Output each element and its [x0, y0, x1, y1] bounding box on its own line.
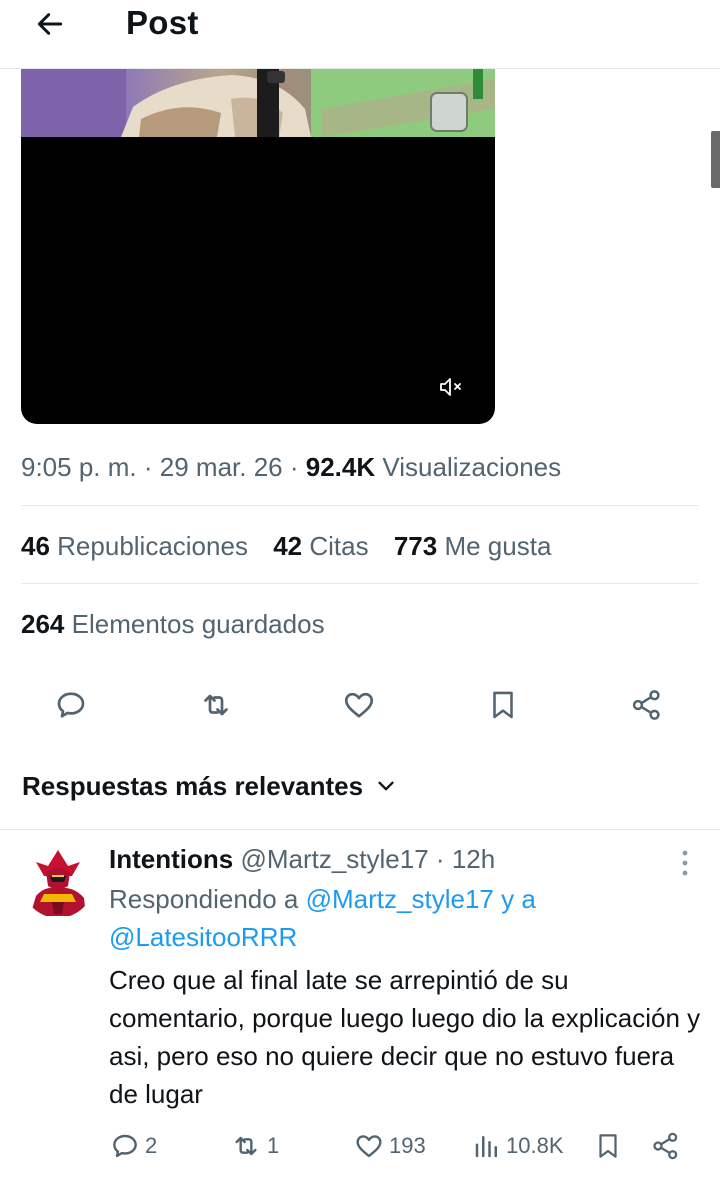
reposts-stat[interactable]: 46 Republicaciones: [21, 528, 248, 564]
engagement-stats: 46 Republicaciones 42 Citas 773 Me gusta: [21, 528, 701, 564]
replies-sort-label: Respuestas más relevantes: [22, 770, 364, 801]
bookmarks-stat: 264 Elementos guardados: [21, 606, 701, 642]
post-metadata: 9:05 p. m. · 29 mar. 26 · 92.4K Visualiz…: [21, 449, 701, 485]
likes-stat[interactable]: 773 Me gusta: [394, 528, 552, 564]
more-vertical-icon: [682, 850, 688, 876]
scrollbar-thumb[interactable]: [711, 131, 720, 188]
replying-to: Respondiendo a @Martz_style17 y a @Lates…: [109, 880, 669, 956]
share-button[interactable]: [625, 683, 669, 727]
quotes-count: 42: [273, 531, 303, 561]
mute-button[interactable]: [435, 372, 469, 402]
repost-button[interactable]: [194, 683, 238, 727]
bookmarks-label: Elementos guardados: [71, 609, 325, 639]
reposts-label: Republicaciones: [57, 531, 248, 561]
likes-label: Me gusta: [444, 531, 552, 561]
reply-share-button[interactable]: [650, 1126, 682, 1166]
divider: [21, 583, 699, 584]
bookmarks-count: 264: [21, 609, 65, 639]
reply-text: Creo que al final late se arrepintió de …: [109, 965, 701, 1109]
reply-handle[interactable]: @Martz_style17: [240, 844, 428, 874]
reply-icon: [57, 692, 85, 718]
replying-handle-link[interactable]: @Martz_style17: [306, 884, 494, 914]
like-icon: [356, 1135, 382, 1158]
video-frame-preview: [21, 69, 495, 137]
reply-icon: [113, 1134, 137, 1158]
share-icon: [632, 690, 660, 720]
replies-sort-selector[interactable]: Respuestas más relevantes: [22, 768, 397, 804]
views-chart-icon: [475, 1136, 497, 1158]
reply-time[interactable]: 12h: [452, 844, 495, 874]
more-options-button[interactable]: [670, 846, 700, 880]
like-button[interactable]: [337, 683, 381, 727]
quotes-stat[interactable]: 42 Citas: [273, 528, 368, 564]
likes-count: 773: [393, 531, 438, 561]
reply-separator: ·: [435, 844, 445, 874]
top-bar: Post: [0, 0, 720, 69]
post-date: 29 mar. 26: [159, 452, 283, 482]
reply-views-count: 10.8K: [506, 1133, 564, 1158]
reply-button[interactable]: [49, 683, 93, 727]
quotes-label: Citas: [309, 531, 369, 561]
views-count: 92.4K: [305, 452, 376, 482]
repost-icon: [235, 1136, 257, 1156]
bookmark-icon: [599, 1134, 617, 1158]
meta-separator: ·: [143, 452, 153, 482]
share-icon: [653, 1132, 678, 1160]
post-time: 9:05 p. m.: [21, 452, 137, 482]
back-button[interactable]: [30, 4, 70, 44]
reply-reposts-count: 1: [267, 1133, 280, 1158]
reply-avatar[interactable]: [22, 846, 94, 918]
reposts-count: 46: [21, 531, 50, 561]
like-icon: [344, 692, 374, 718]
reply-display-name[interactable]: Intentions: [109, 844, 233, 874]
arrow-left-icon: [37, 13, 63, 35]
replying-join[interactable]: y a: [501, 884, 536, 914]
reply-views-button[interactable]: 10.8K: [472, 1126, 564, 1166]
replying-handle-link[interactable]: @LatesitooRRR: [109, 922, 297, 952]
views-label: Visualizaciones: [382, 452, 562, 482]
page-title: Post: [126, 4, 199, 41]
repost-icon: [204, 694, 228, 716]
chevron-down-icon: [378, 781, 394, 791]
reply-header: Intentions @Martz_style17 · 12h: [109, 841, 669, 877]
reply-reply-button[interactable]: 2: [109, 1126, 157, 1166]
mute-icon: [440, 378, 461, 396]
bookmark-icon: [493, 691, 513, 719]
reply-replies-count: 2: [145, 1133, 158, 1158]
reply-repost-button[interactable]: 1: [229, 1126, 279, 1166]
reply-bookmark-button[interactable]: [593, 1126, 623, 1166]
divider: [0, 829, 720, 830]
replying-prefix: Respondiendo a: [109, 884, 299, 914]
reply-likes-count: 193: [389, 1133, 426, 1158]
meta-separator: ·: [289, 452, 299, 482]
bookmark-button[interactable]: [481, 683, 525, 727]
divider: [21, 505, 699, 506]
reply-like-button[interactable]: 193: [353, 1126, 426, 1166]
video-player[interactable]: [21, 69, 495, 424]
